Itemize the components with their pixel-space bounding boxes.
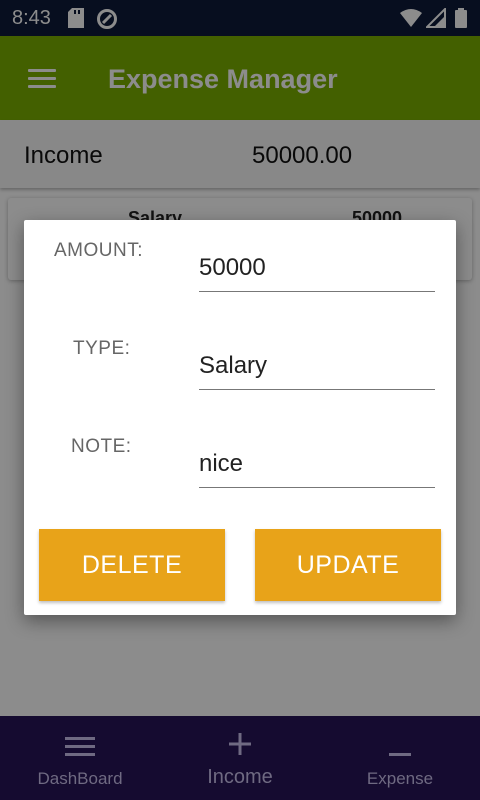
delete-button[interactable]: DELETE xyxy=(39,529,225,601)
plus-icon xyxy=(228,732,252,761)
nav-income-label: Income xyxy=(207,766,273,788)
update-button[interactable]: UPDATE xyxy=(255,529,441,601)
bottom-navigation: DashBoard Income Expense xyxy=(0,716,480,800)
nav-dashboard-label: DashBoard xyxy=(37,769,123,788)
nav-dashboard[interactable]: DashBoard xyxy=(0,716,160,800)
edit-entry-dialog: AMOUNT: TYPE: NOTE: DELETE UPDATE xyxy=(24,220,456,615)
minus-icon xyxy=(389,744,411,762)
type-label: TYPE: xyxy=(73,338,131,359)
nav-expense-label: Expense xyxy=(366,769,434,788)
note-label: NOTE: xyxy=(71,436,132,457)
amount-label: AMOUNT: xyxy=(54,240,143,261)
amount-input[interactable] xyxy=(199,248,435,292)
nav-income[interactable]: Income xyxy=(160,716,320,800)
note-input[interactable] xyxy=(199,444,435,488)
nav-expense[interactable]: Expense xyxy=(320,716,480,800)
menu-lines-icon xyxy=(65,737,95,762)
type-input[interactable] xyxy=(199,346,435,390)
